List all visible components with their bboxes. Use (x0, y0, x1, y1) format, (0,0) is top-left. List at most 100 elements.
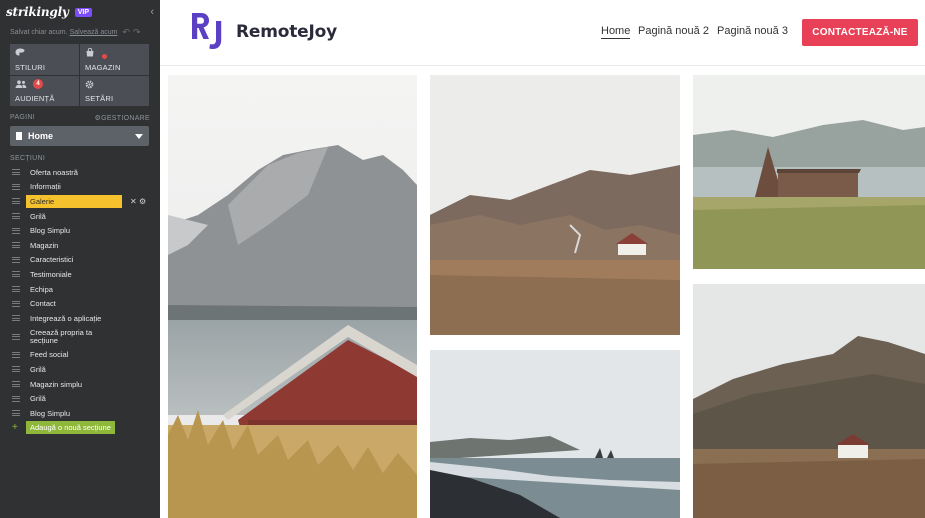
add-section-label: Adaugă o nouă secțiune (26, 421, 115, 435)
nav-page-2[interactable]: Pagină nouă 2 (638, 25, 709, 37)
pages-label: PAGINI (10, 114, 36, 121)
section-name: Creează propria ta secțiune (30, 327, 93, 345)
gallery-photo-beach[interactable] (430, 350, 680, 518)
gear-icon (85, 80, 95, 88)
brand-name[interactable]: RemoteJoy (236, 22, 337, 42)
tile-audience[interactable]: 4 AUDIENȚĂ (10, 75, 79, 106)
gear-icon[interactable]: ⚙ (139, 197, 146, 206)
section-item-active[interactable]: Galerie ✕ ⚙ (0, 194, 160, 209)
audience-count-badge: 4 (33, 78, 43, 89)
editor-sidebar: strikingly VIP ‹ Salvat chiar acum. Salv… (0, 0, 160, 518)
drag-handle-icon[interactable] (12, 256, 20, 263)
section-item[interactable]: Blog Simplu (0, 406, 160, 421)
save-now-link[interactable]: Salvează acum (70, 29, 118, 36)
drag-handle-icon[interactable] (12, 271, 20, 278)
gallery-photo-valley-house[interactable] (430, 75, 680, 335)
section-item[interactable]: Contact (0, 296, 160, 311)
section-item[interactable]: Magazin (0, 238, 160, 253)
undo-icon[interactable]: ↶ (122, 27, 130, 38)
shopping-bag-icon (85, 47, 95, 57)
drag-handle-icon[interactable] (12, 333, 20, 340)
people-icon (15, 79, 27, 88)
drag-handle-icon[interactable] (12, 242, 20, 249)
site-preview: RemoteJoy Home Pagină nouă 2 Pagină nouă… (160, 0, 925, 518)
section-item[interactable]: Informații (0, 180, 160, 195)
section-item[interactable]: Blog Simplu (0, 223, 160, 238)
page-icon (16, 132, 22, 140)
add-section-button[interactable]: + Adaugă o nouă secțiune (0, 421, 160, 436)
drag-handle-icon[interactable] (12, 227, 20, 234)
section-item[interactable]: Oferta noastră (0, 165, 160, 180)
site-header: RemoteJoy Home Pagină nouă 2 Pagină nouă… (160, 0, 925, 66)
saved-text: Salvat chiar acum. (10, 28, 68, 36)
sections-label: SECȚIUNI (10, 155, 46, 162)
manage-label: GESTIONARE (101, 115, 150, 122)
drag-handle-icon[interactable] (12, 315, 20, 322)
tile-store[interactable]: MAGAZIN (80, 44, 149, 75)
tile-label: MAGAZIN (85, 62, 121, 72)
section-item[interactable]: Feed social (0, 348, 160, 363)
vip-badge: VIP (74, 7, 92, 17)
current-page: Home (28, 131, 54, 141)
section-list: Oferta noastră Informații Galerie ✕ ⚙ Gri… (0, 165, 160, 435)
redo-icon[interactable]: ↷ (133, 27, 141, 38)
drag-handle-icon[interactable] (12, 381, 20, 388)
section-name: Blog Simplu (30, 226, 71, 236)
app-root: strikingly VIP ‹ Salvat chiar acum. Salv… (0, 0, 925, 518)
drag-handle-icon[interactable] (12, 169, 20, 176)
drag-handle-icon[interactable] (12, 286, 20, 293)
section-item[interactable]: Grilă (0, 362, 160, 377)
palette-icon (15, 48, 25, 56)
section-item[interactable]: Creează propria ta secțiune (0, 326, 160, 348)
section-item[interactable]: Magazin simplu (0, 377, 160, 392)
section-item[interactable]: Integrează o aplicație (0, 311, 160, 326)
gallery-photo-foggy-hill[interactable] (693, 284, 925, 518)
drag-handle-icon[interactable] (12, 183, 20, 190)
collapse-sidebar-icon[interactable]: ‹ (150, 6, 154, 18)
section-item[interactable]: Grilă (0, 209, 160, 224)
section-name: Testimoniale (30, 269, 72, 279)
section-name: Grilă (30, 394, 46, 404)
section-name: Blog Simplu (30, 408, 71, 418)
brand-logo[interactable] (190, 11, 226, 51)
drag-handle-icon[interactable] (12, 198, 20, 205)
nav-home[interactable]: Home (601, 25, 631, 39)
drag-handle-icon[interactable] (12, 300, 20, 307)
save-status: Salvat chiar acum. Salvează acum ↶ ↷ (0, 24, 160, 40)
section-name: Echipa (30, 284, 53, 294)
section-name: Magazin (30, 240, 59, 250)
drag-handle-icon[interactable] (12, 410, 20, 417)
tile-styles[interactable]: STILURI (10, 44, 79, 75)
pages-header: PAGINI ⚙GESTIONARE (10, 114, 150, 122)
tile-label: SETĂRI (85, 94, 114, 103)
section-item[interactable]: Echipa (0, 282, 160, 297)
section-name: Grilă (30, 211, 46, 221)
section-name: Oferta noastră (30, 167, 78, 177)
section-item[interactable]: Grilă (0, 391, 160, 406)
strikingly-logo[interactable]: strikingly (6, 5, 69, 19)
editor-tiles: STILURI MAGAZIN 4 AUDIENȚĂ SETĂRI (10, 44, 149, 106)
drag-handle-icon[interactable] (12, 213, 20, 220)
sidebar-header: strikingly VIP ‹ (0, 0, 160, 24)
gallery-photo-a-frame-cabin[interactable] (693, 75, 925, 269)
section-item[interactable]: Testimoniale (0, 267, 160, 282)
section-name: Galerie (26, 194, 122, 208)
drag-handle-icon[interactable] (12, 351, 20, 358)
section-name: Contact (30, 299, 56, 309)
nav-page-3[interactable]: Pagină nouă 3 (717, 25, 788, 37)
contact-button[interactable]: CONTACTEAZĂ-NE (802, 19, 918, 46)
section-name: Informații (30, 182, 61, 192)
section-name: Feed social (30, 350, 69, 360)
section-item[interactable]: Caracteristici (0, 253, 160, 268)
drag-handle-icon[interactable] (12, 366, 20, 373)
section-actions: ✕ ⚙ (130, 197, 146, 206)
section-name: Magazin simplu (30, 379, 83, 389)
drag-handle-icon[interactable] (12, 395, 20, 402)
page-selector[interactable]: Home (10, 126, 149, 146)
section-name: Grilă (30, 364, 46, 374)
tile-settings[interactable]: SETĂRI (80, 75, 149, 106)
manage-pages-link[interactable]: ⚙GESTIONARE (95, 114, 150, 122)
close-icon[interactable]: ✕ (130, 197, 137, 206)
gallery-photo-mountain-red-house[interactable] (168, 75, 417, 518)
section-name: Integrează o aplicație (30, 313, 102, 323)
